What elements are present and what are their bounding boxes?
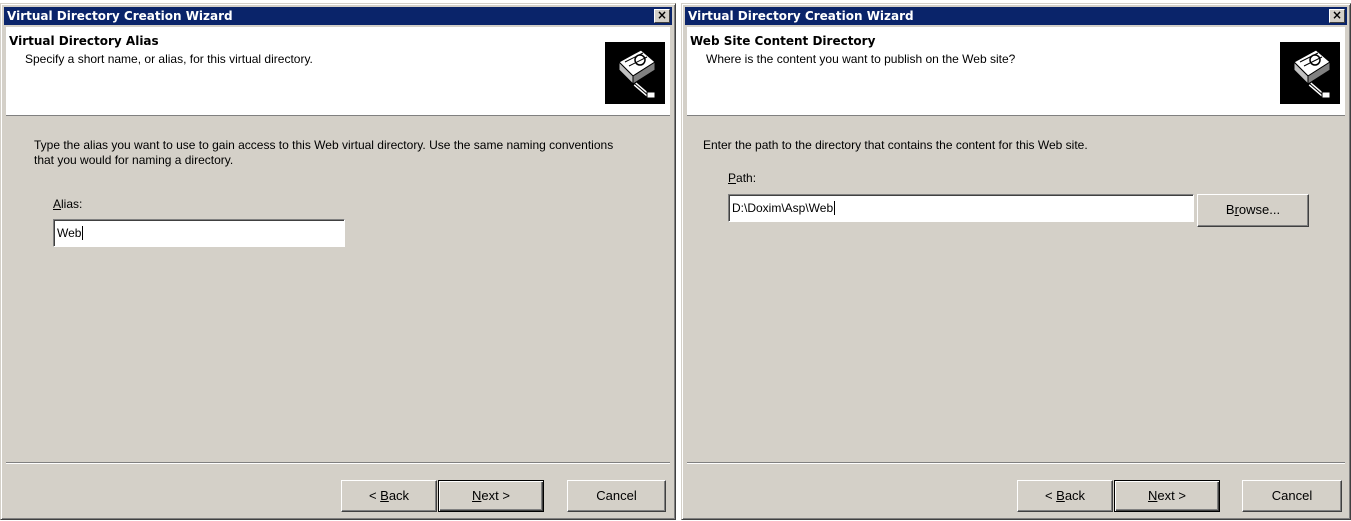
page-title: Virtual Directory Alias bbox=[9, 34, 159, 48]
cancel-button[interactable]: Cancel bbox=[1242, 480, 1342, 512]
cancel-button[interactable]: Cancel bbox=[567, 480, 666, 512]
page-title: Web Site Content Directory bbox=[690, 34, 876, 48]
alias-wizard-window: Virtual Directory Creation Wizard × Virt… bbox=[0, 3, 676, 520]
wizard-book-icon bbox=[1280, 42, 1340, 104]
close-button[interactable]: × bbox=[654, 9, 670, 23]
path-label: Path: bbox=[728, 171, 757, 185]
instructions-text: Enter the path to the directory that con… bbox=[703, 138, 1088, 152]
next-button[interactable]: Next > bbox=[438, 480, 544, 512]
title-bar[interactable]: Virtual Directory Creation Wizard × bbox=[685, 7, 1347, 25]
footer-separator bbox=[687, 462, 1345, 464]
page-subtitle: Where is the content you want to publish… bbox=[706, 52, 1016, 66]
wizard-header: Virtual Directory Alias Specify a short … bbox=[6, 27, 670, 116]
footer-separator bbox=[6, 462, 670, 464]
wizard-header: Web Site Content Directory Where is the … bbox=[687, 27, 1345, 116]
path-input[interactable]: D:\Doxim\Asp\Web bbox=[728, 194, 1194, 222]
back-button[interactable]: < Back bbox=[1017, 480, 1113, 512]
window-title: Virtual Directory Creation Wizard bbox=[7, 9, 233, 23]
page-subtitle: Specify a short name, or alias, for this… bbox=[25, 52, 313, 66]
wizard-book-icon bbox=[605, 42, 665, 104]
alias-input[interactable]: Web bbox=[53, 219, 345, 247]
browse-button[interactable]: Browse... bbox=[1197, 194, 1309, 227]
back-button[interactable]: < Back bbox=[341, 480, 437, 512]
instructions-text: Type the alias you want to use to gain a… bbox=[34, 138, 614, 167]
alias-label: Alias: bbox=[53, 197, 83, 211]
next-button[interactable]: Next > bbox=[1114, 480, 1220, 512]
content-directory-wizard-window: Virtual Directory Creation Wizard × Web … bbox=[681, 3, 1351, 520]
close-button[interactable]: × bbox=[1329, 9, 1345, 23]
title-bar[interactable]: Virtual Directory Creation Wizard × bbox=[4, 7, 672, 25]
window-title: Virtual Directory Creation Wizard bbox=[688, 9, 914, 23]
